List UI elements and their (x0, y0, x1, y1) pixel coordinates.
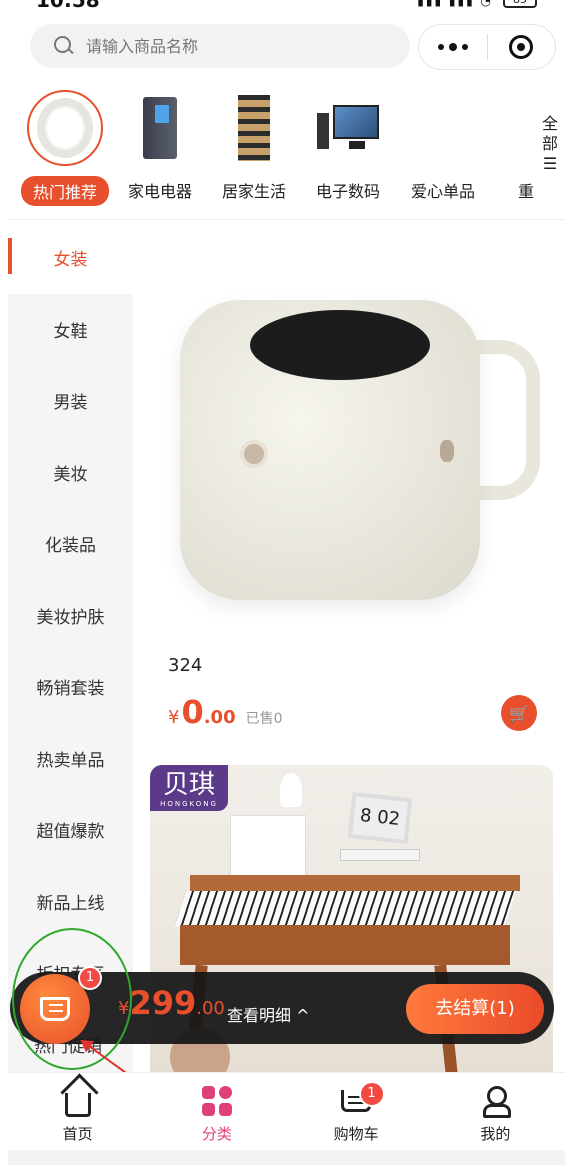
tab-label: 首页 (62, 1125, 93, 1143)
tab-label: 分类 (201, 1125, 232, 1143)
category-label: 热门推荐 (21, 176, 109, 206)
tab-profile[interactable]: 我的 (426, 1073, 565, 1150)
home-icon (64, 1093, 91, 1117)
shelf-image (216, 90, 292, 166)
cart-icon: 🛒 (509, 703, 529, 723)
sidebar-item-cosmetics[interactable]: 化装品 (8, 508, 133, 580)
piano-image (190, 875, 520, 891)
status-bar: 10:58 ▮▮▮ ▮▮▮ ◔ 85 (0, 0, 565, 14)
status-time: 10:58 (36, 0, 100, 12)
brand-name: 贝琪 (162, 770, 215, 800)
sidebar-item-bestseller-sets[interactable]: 畅销套装 (8, 651, 133, 723)
sidebar-item-deals[interactable]: 超值爆款 (8, 794, 133, 866)
price-decimal: .00 (203, 707, 236, 728)
product-price: ¥ 0 .00 已售0 (168, 693, 283, 731)
cabinet-image (230, 815, 306, 877)
sidebar-item-womens-clothing[interactable]: 女装 (8, 222, 133, 294)
tab-label: 我的 (480, 1125, 511, 1143)
bottom-tab-bar: 首页 分类 1 购物车 我的 (8, 1072, 565, 1150)
sidebar-item-mens-clothing[interactable]: 男装 (8, 365, 133, 437)
category-grid-icon (201, 1086, 232, 1116)
divider (8, 219, 565, 220)
tab-label: 购物车 (333, 1125, 379, 1143)
category-item-charity[interactable]: 爱心单品 (398, 88, 488, 202)
category-label: 居家生活 (221, 182, 286, 201)
user-icon (483, 1086, 512, 1118)
fridge-image (122, 90, 198, 166)
sidebar-item-skincare[interactable]: 美妆护肤 (8, 580, 133, 652)
highlight-circle-annotation (12, 928, 132, 1070)
sidebar-item-womens-shoes[interactable]: 女鞋 (8, 294, 133, 366)
category-label: 爱心单品 (410, 182, 475, 201)
close-miniprogram-icon[interactable] (488, 35, 556, 59)
more-menu-icon[interactable] (419, 42, 487, 51)
total-amount: ¥ 299 .00 (118, 984, 225, 1022)
sidebar-item-new-arrivals[interactable]: 新品上线 (8, 866, 133, 938)
expand-list-icon: ☰ (542, 154, 558, 173)
category-label: 电子数码 (315, 182, 380, 201)
lamp-image (280, 773, 302, 807)
search-icon (54, 36, 74, 56)
frame-image: 8 02 (347, 791, 413, 845)
category-strip: 热门推荐 家电电器 居家生活 电子数码 爱心单品 重 (0, 88, 565, 216)
add-to-cart-button[interactable]: 🛒 (501, 695, 537, 731)
signal-wifi-icon: ▮▮▮ ▮▮▮ ◔ (417, 0, 493, 8)
category-item-hot[interactable]: 热门推荐 (20, 88, 110, 206)
total-decimal: .00 (196, 998, 225, 1019)
computer-image (310, 90, 386, 166)
search-input[interactable] (86, 36, 386, 56)
piano-body-image (180, 925, 510, 965)
category-label: 重 (517, 182, 534, 201)
tray-image (340, 849, 420, 861)
category-item-partial[interactable]: 重 (478, 88, 534, 202)
category-item-home[interactable]: 居家生活 (209, 88, 299, 202)
piano-keys-image (174, 891, 516, 927)
home-indicator-area (8, 1150, 565, 1165)
miniprogram-capsule (418, 24, 556, 70)
total-integer: 299 (129, 984, 197, 1022)
view-details-link[interactable]: 查看明细 ^ (227, 1002, 310, 1026)
all-categories-label: 全部 (541, 114, 558, 153)
sidebar-item-makeup[interactable]: 美妆 (8, 437, 133, 509)
product-card[interactable] (150, 280, 553, 625)
search-bar[interactable] (30, 24, 410, 68)
empty-category-image (478, 90, 534, 166)
battery-icon: 85 (503, 0, 537, 8)
rice-cooker-image (150, 280, 553, 625)
category-item-appliances[interactable]: 家电电器 (115, 88, 205, 202)
sold-count: 已售0 (245, 711, 283, 727)
product-name: 324 (168, 655, 203, 676)
ring-product-image (27, 90, 103, 166)
price-currency: ¥ (168, 707, 180, 728)
sidebar-item-hot-items[interactable]: 热卖单品 (8, 723, 133, 795)
category-item-digital[interactable]: 电子数码 (303, 88, 393, 202)
category-label: 家电电器 (127, 182, 192, 201)
tab-cart[interactable]: 1 购物车 (287, 1073, 426, 1150)
tab-category[interactable]: 分类 (147, 1073, 286, 1150)
empty-category-image (405, 90, 481, 166)
cart-tab-badge: 1 (358, 1081, 385, 1107)
checkout-button[interactable]: 去结算(1) (406, 984, 544, 1034)
brand-subtitle: HONGKONG (160, 800, 218, 808)
tab-home[interactable]: 首页 (8, 1073, 147, 1150)
all-categories-button[interactable]: 全部 ☰ (540, 114, 560, 174)
price-integer: 0 (181, 693, 204, 731)
brand-logo: 贝琪 HONGKONG (150, 765, 228, 811)
